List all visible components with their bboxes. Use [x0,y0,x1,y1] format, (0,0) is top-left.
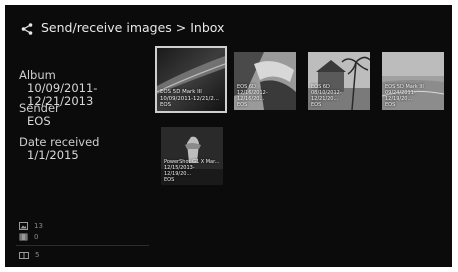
date-info: Date received 1/1/2015 [19,136,99,162]
thumbnail-caption: EOS 6D 12/16/2012-12/16/20... EOS [237,84,294,108]
thumbnail-item[interactable]: PowerShot G1 X Mar... 12/15/2013-12/19/2… [161,127,223,185]
thumbnail-sender: EOS [385,102,396,108]
card-count-value: 5 [35,251,40,259]
thumbnail-item[interactable]: EOS 6D 12/16/2012-12/16/20... EOS [234,52,296,110]
media-counts: 13 0 [19,220,43,242]
thumbnail-sender: EOS [311,102,322,108]
inbox-screen: Send/receive images > Inbox Album 10/09/… [5,5,452,267]
thumbnail-caption: EOS 6D 08/10/2012-12/21/20... EOS [311,84,368,108]
sender-info: Sender EOS [19,102,60,128]
card-count: 5 [19,251,39,259]
thumbnail-item[interactable]: EOS 6D 08/10/2012-12/21/20... EOS [308,52,370,110]
card-icon [19,251,29,259]
divider [16,245,149,246]
thumbnail-caption: EOS 5D Mark III 10/09/2011-12/21/2... EO… [160,89,223,109]
image-icon [19,221,28,230]
image-count: 13 [19,220,43,231]
share-icon [21,23,33,35]
thumbnail-sender: EOS [160,102,172,109]
thumbnail-dates: 08/10/2012-12/21/20... [311,90,342,102]
movie-count: 0 [19,231,43,242]
thumbnail-sender: EOS [164,177,175,183]
date-value: 1/1/2015 [27,148,79,162]
movie-count-value: 0 [34,232,39,241]
header-bar: Send/receive images > Inbox [5,5,452,45]
page-title: Send/receive images > Inbox [41,20,225,35]
movie-icon [19,233,28,240]
sender-value: EOS [27,114,51,128]
image-count-value: 13 [34,221,43,230]
thumbnail-dates: 12/15/2013-12/19/20... [164,165,195,177]
thumbnail-sender: EOS [237,102,248,108]
thumbnail-model: EOS 5D Mark III [160,89,202,96]
thumbnail-item[interactable]: EOS 5D Mark III 10/09/2011-12/21/2... EO… [155,46,227,113]
thumbnail-dates: 12/16/2012-12/16/20... [237,90,268,102]
thumbnail-item[interactable]: EOS 5D Mark III 09/24/2011-12/19/20... E… [382,52,444,110]
thumbnail-caption: PowerShot G1 X Mar... 12/15/2013-12/19/2… [164,159,221,183]
thumbnail-caption: EOS 5D Mark III 09/24/2011-12/19/20... E… [385,84,442,108]
thumbnail-dates: 09/24/2011-12/19/20... [385,90,416,102]
